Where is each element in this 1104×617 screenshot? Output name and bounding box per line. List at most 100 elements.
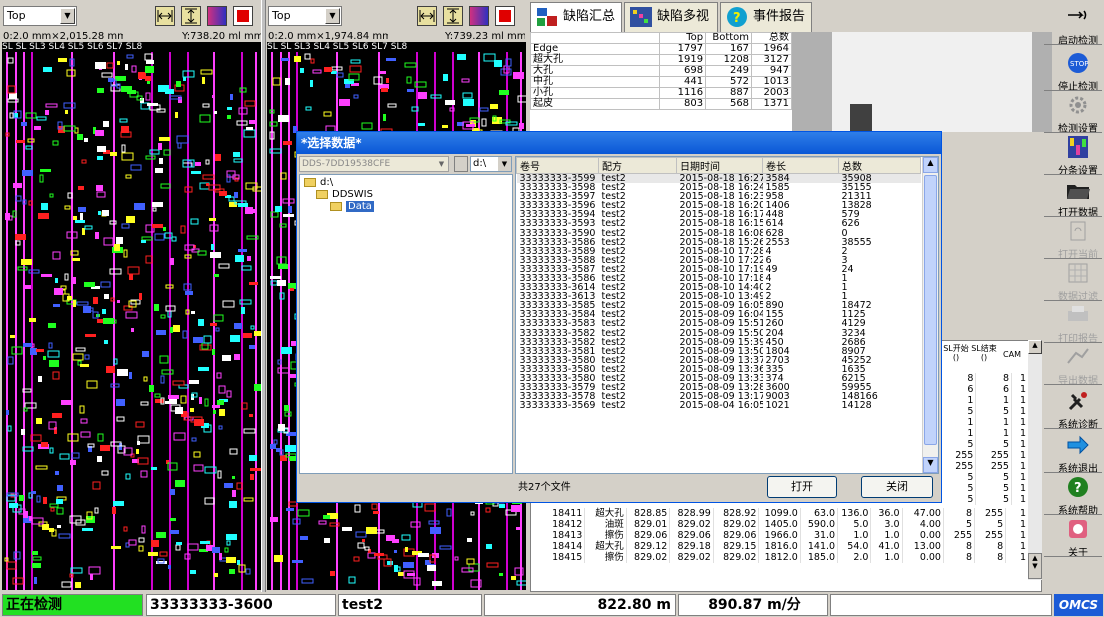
scroll-down-icon[interactable]: ▲ ▼ bbox=[1028, 553, 1042, 579]
grid-cell: 擦伤 bbox=[584, 530, 627, 541]
folder-tree[interactable]: d:\ DDSWIS Data bbox=[299, 174, 513, 474]
file-row[interactable]: 33333333-3578 test2 2015-08-09 13:17:25900… bbox=[517, 392, 921, 401]
summary-row[interactable]: 中孔 441 572 1013 bbox=[530, 76, 792, 88]
fit-height-icon[interactable] bbox=[181, 6, 201, 26]
summary-row[interactable]: 起皮 803 568 1371 bbox=[530, 98, 792, 110]
file-row[interactable]: 33333333-3590 test2 2015-08-18 16:08:15628… bbox=[517, 228, 921, 237]
tab-defect-multiview[interactable]: 缺陷多视 bbox=[624, 2, 718, 32]
summary-row[interactable]: Edge 1797 167 1964 bbox=[530, 43, 792, 55]
computer-combo[interactable]: DDS-7DD19538CFE ▼ bbox=[299, 156, 449, 172]
tree-item-d[interactable]: d:\ bbox=[304, 177, 333, 189]
file-row[interactable]: 33333333-3588 test2 2015-08-10 17:22:506 3 bbox=[517, 256, 921, 265]
scroll-up-icon[interactable]: ▲ bbox=[923, 157, 938, 173]
file-row[interactable]: 33333333-3614 test2 2015-08-10 14:40:432 1 bbox=[517, 283, 921, 292]
scroll-thumb[interactable] bbox=[924, 175, 937, 445]
file-row[interactable]: 33333333-3597 test2 2015-08-18 16:23:15958… bbox=[517, 192, 921, 201]
file-row[interactable]: 33333333-3582 test2 2015-08-09 15:39:11450… bbox=[517, 338, 921, 347]
fit-width-icon[interactable] bbox=[417, 6, 437, 26]
grid-row[interactable]: 551 bbox=[941, 494, 1030, 505]
defect-mark bbox=[470, 511, 475, 516]
file-cell: 2015-08-09 16:04:59 bbox=[679, 310, 763, 320]
scroll-up-icon[interactable]: ▲ bbox=[1028, 340, 1042, 354]
file-row[interactable]: 33333333-3594 test2 2015-08-18 16:17:04448… bbox=[517, 210, 921, 219]
file-row[interactable]: 33333333-3599test22015-08-18 16:27:16358… bbox=[516, 173, 921, 183]
file-column-header[interactable]: 卷号 bbox=[516, 157, 599, 174]
stop-record-icon[interactable] bbox=[233, 6, 253, 26]
grid-row[interactable]: 18414 超大孔 829.12 829.18 829.15 1816.0 141.0 54.… bbox=[531, 541, 1029, 552]
file-column-header[interactable]: 日期时间 bbox=[676, 157, 763, 174]
defect-mark bbox=[117, 300, 120, 303]
grid-row[interactable]: 18411 超大孔 828.85 828.99 828.92 1099.0 63.0 136.… bbox=[531, 508, 1029, 519]
svg-text:?: ? bbox=[1074, 481, 1082, 496]
file-row[interactable]: 33333333-3598 test2 2015-08-18 16:24:36158… bbox=[517, 183, 921, 192]
color-map-icon[interactable] bbox=[469, 6, 489, 26]
grid-row[interactable]: 551 bbox=[941, 439, 1030, 450]
file-row[interactable]: 33333333-3583 test2 2015-08-09 15:51:01260… bbox=[517, 319, 921, 328]
grid-row[interactable]: 255 255 1 bbox=[941, 450, 1030, 461]
defect-mark bbox=[75, 582, 81, 588]
scroll-down-icon[interactable]: ▼ bbox=[923, 457, 938, 473]
left-view-select[interactable]: Top ▼ bbox=[3, 6, 77, 26]
grid-scrollbar[interactable]: ▲ bbox=[1028, 340, 1042, 580]
tab-event-report[interactable]: ? 事件报告 bbox=[720, 2, 812, 32]
file-column-header[interactable]: 卷长 bbox=[762, 157, 839, 174]
file-row[interactable]: 33333333-3586 test2 2015-08-10 17:18:244 1 bbox=[517, 274, 921, 283]
tree-item-ddswis[interactable]: DDSWIS bbox=[316, 189, 373, 201]
file-row[interactable]: 33333333-3596 test2 2015-08-18 16:20:45140… bbox=[517, 201, 921, 210]
grid-row[interactable]: 18415 擦伤 829.02 829.02 829.02 1812.0 185.0 2.0 1… bbox=[531, 552, 1029, 563]
refresh-icon[interactable] bbox=[454, 156, 468, 172]
grid-cell: 1 bbox=[1011, 483, 1030, 494]
file-row[interactable]: 33333333-3587 test2 2015-08-10 17:19:4249 2… bbox=[517, 265, 921, 274]
defect-mark bbox=[245, 568, 251, 575]
file-row[interactable]: 33333333-3580 test2 2015-08-09 13:37:57270… bbox=[517, 356, 921, 365]
fit-width-icon[interactable] bbox=[155, 6, 175, 26]
grid-cell: 1 bbox=[1011, 384, 1030, 395]
grid-row[interactable]: 881 bbox=[941, 373, 1030, 384]
open-button[interactable]: 打开 bbox=[767, 476, 837, 498]
file-list[interactable]: 卷号 配方 日期时间 卷长 总数 33333333-3599 test2 2015-08-18… bbox=[515, 156, 939, 474]
splitter[interactable] bbox=[261, 0, 266, 592]
file-row[interactable]: 33333333-3582 test2 2015-08-09 15:50:41204… bbox=[517, 329, 921, 338]
mid-view-select[interactable]: Top ▼ bbox=[268, 6, 342, 26]
grid-row[interactable]: 551 bbox=[941, 472, 1030, 483]
tab-defect-summary[interactable]: 缺陷汇总 bbox=[530, 2, 622, 32]
file-row[interactable]: 33333333-3589 test2 2015-08-10 17:28:294 2 bbox=[517, 247, 921, 256]
file-row[interactable]: 33333333-3581 test2 2015-08-09 13:50:28180… bbox=[517, 347, 921, 356]
grid-row[interactable]: 111 bbox=[941, 428, 1030, 439]
stop-record-icon[interactable] bbox=[495, 6, 515, 26]
file-cell: 155 bbox=[765, 310, 784, 320]
file-row[interactable]: 33333333-3593 test2 2015-08-18 16:15:39614… bbox=[517, 219, 921, 228]
grid-row[interactable]: 551 bbox=[941, 406, 1030, 417]
file-row[interactable]: 33333333-3569 test2 2015-08-04 16:05:57102… bbox=[517, 401, 921, 410]
left-defect-map[interactable]: SL SL SL3 SL4 SL5 SL6 SL7 SL8 bbox=[2, 42, 261, 590]
defect-mark bbox=[217, 470, 222, 479]
grid-row[interactable]: 18413 擦伤 829.06 829.06 829.06 1966.0 31.0 1.0 1.… bbox=[531, 530, 1029, 541]
file-row[interactable]: 33333333-3579 test2 2015-08-09 13:28:30360… bbox=[517, 383, 921, 392]
drive-select[interactable]: d:\ ▼ bbox=[470, 156, 512, 172]
defect-mark bbox=[285, 453, 297, 458]
grid-row[interactable]: 551 bbox=[941, 483, 1030, 494]
file-list-scrollbar[interactable]: ▲ ▼ bbox=[922, 157, 938, 473]
file-column-header[interactable]: 总数 bbox=[838, 157, 921, 174]
color-map-icon[interactable] bbox=[207, 6, 227, 26]
file-row[interactable]: 33333333-3580 test2 2015-08-09 13:36:45335… bbox=[517, 365, 921, 374]
file-row[interactable]: 33333333-3586 test2 2015-08-18 15:26:09255… bbox=[517, 238, 921, 247]
summary-row[interactable]: 超大孔 1919 1208 3127 bbox=[530, 54, 792, 66]
file-row[interactable]: 33333333-3585 test2 2015-08-09 16:05:16890… bbox=[517, 301, 921, 310]
file-row[interactable]: 33333333-3613 test2 2015-08-10 13:49:472 1 bbox=[517, 292, 921, 301]
grid-row[interactable]: 18412 油斑 829.01 829.02 829.02 1405.0 590.0 5.0 3… bbox=[531, 519, 1029, 530]
summary-row[interactable]: 小孔 1116 887 2003 bbox=[530, 87, 792, 99]
grid-row[interactable]: 111 bbox=[941, 395, 1030, 406]
file-column-header[interactable]: 配方 bbox=[598, 157, 677, 174]
file-row[interactable]: 33333333-3580 test2 2015-08-09 13:33:19374… bbox=[517, 374, 921, 383]
defect-mark bbox=[80, 431, 91, 438]
tree-item-data[interactable]: Data bbox=[330, 201, 374, 213]
grid-row[interactable]: 661 bbox=[941, 384, 1030, 395]
grid-row[interactable]: 255 255 1 bbox=[941, 461, 1030, 472]
defect-mark bbox=[281, 347, 292, 354]
fit-height-icon[interactable] bbox=[443, 6, 463, 26]
summary-row[interactable]: 大孔 698 249 947 bbox=[530, 65, 792, 77]
file-row[interactable]: 33333333-3584 test2 2015-08-09 16:04:59155… bbox=[517, 310, 921, 319]
grid-row[interactable]: 111 bbox=[941, 417, 1030, 428]
close-button[interactable]: 关闭 bbox=[861, 476, 933, 498]
